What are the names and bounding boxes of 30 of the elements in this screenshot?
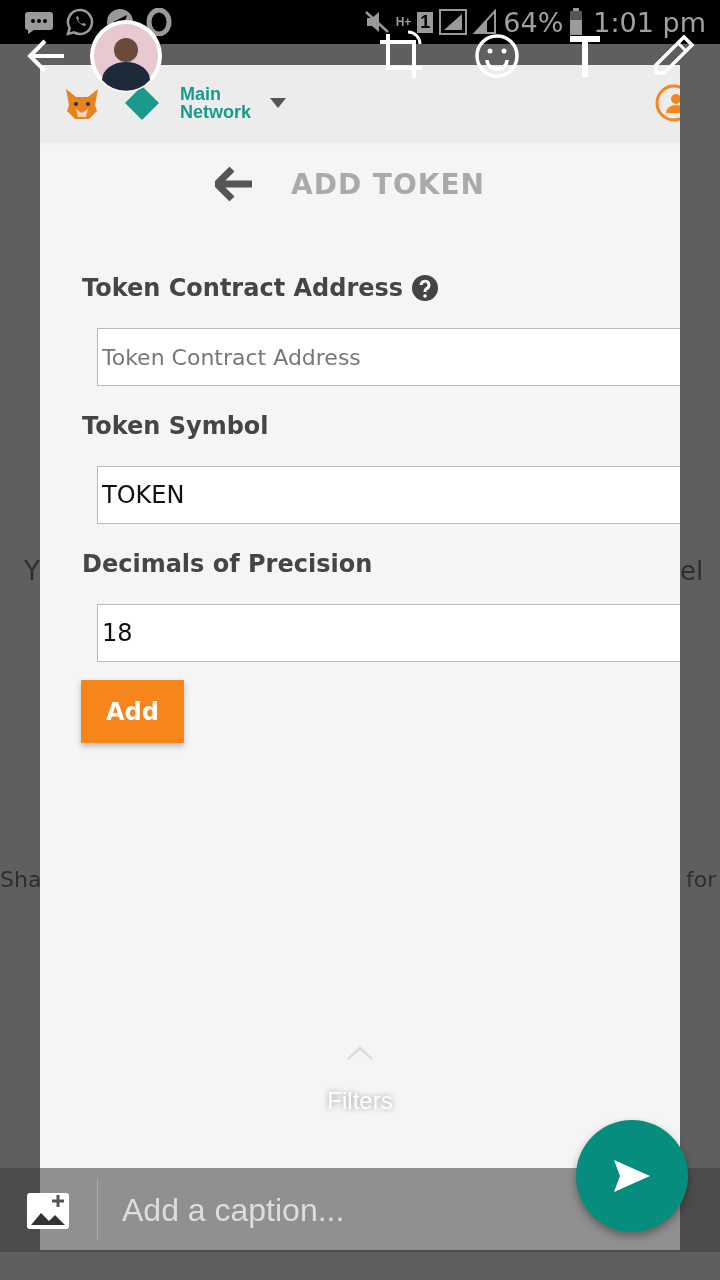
input-field[interactable]: 18: [97, 604, 680, 662]
avatar[interactable]: [90, 20, 162, 92]
input-field[interactable]: TOKEN: [97, 466, 680, 524]
signal-icon: [473, 9, 498, 35]
text-tool-icon[interactable]: [568, 35, 602, 77]
battery-icon: [569, 8, 584, 36]
field-label: Decimals of Precision: [82, 550, 373, 578]
add-image-icon[interactable]: [27, 1191, 71, 1229]
add-button[interactable]: Add: [81, 680, 184, 743]
ring-icon: [146, 8, 172, 36]
battery-percent: 64%: [503, 6, 564, 38]
sim-number: 1: [417, 11, 434, 33]
smiley-icon[interactable]: [474, 33, 520, 79]
input-field[interactable]: Token Contract Address: [97, 328, 680, 386]
send-icon: [612, 1158, 652, 1194]
field-label: Token Contract Address: [82, 274, 404, 302]
back-arrow-icon[interactable]: [214, 167, 253, 201]
field-label: Token Symbol: [82, 412, 269, 440]
clock: 1:01 pm: [593, 6, 706, 38]
phone-bubble-icon: [66, 8, 94, 36]
caret-icon[interactable]: [270, 97, 286, 108]
help-icon[interactable]: [411, 274, 440, 302]
signal-icon: [439, 9, 468, 35]
page-title: ADD TOKEN: [290, 167, 486, 201]
message-icon: [24, 10, 54, 34]
network-label[interactable]: Main Network: [180, 84, 270, 121]
caption-field[interactable]: Add a caption...: [120, 1190, 564, 1230]
mute-icon: [363, 10, 390, 34]
network-type: H+: [395, 15, 412, 29]
diamond-icon: [124, 84, 160, 121]
